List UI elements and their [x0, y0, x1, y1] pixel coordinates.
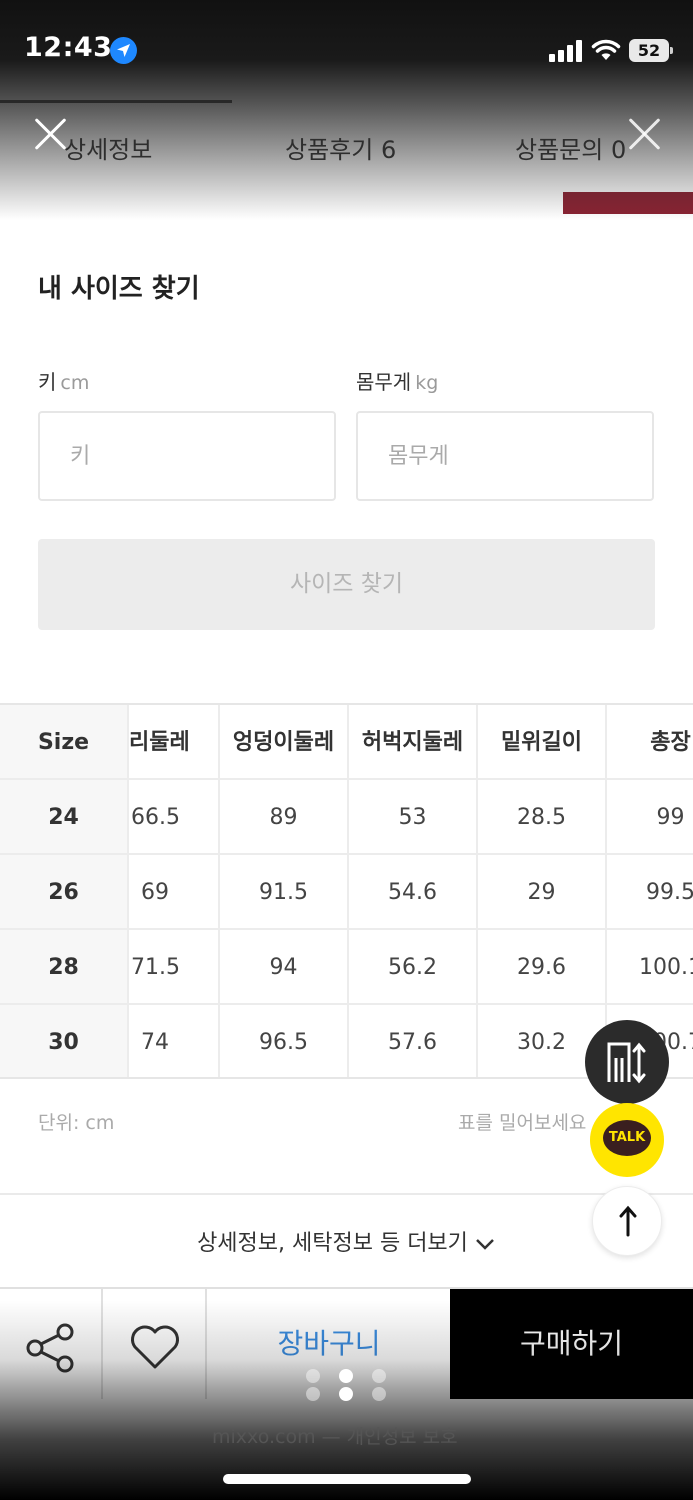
table-row-size: 30: [0, 1005, 129, 1077]
table-cell: 53: [349, 780, 478, 855]
share-icon: [26, 1323, 74, 1373]
table-cell: 94: [220, 930, 349, 1005]
page-dot: [372, 1369, 386, 1383]
active-tab-indicator: [0, 100, 232, 103]
page-indicator: [306, 1369, 388, 1403]
table-header-cell: 엉덩이둘레: [220, 705, 349, 780]
height-label-text: 키: [38, 370, 57, 394]
tab-reviews[interactable]: 상품후기 6: [285, 130, 396, 165]
table-cell: 57.6: [349, 1005, 478, 1077]
divider: [0, 1193, 693, 1195]
size-guide-icon: [607, 1042, 646, 1084]
arrow-up-icon: [619, 1205, 637, 1237]
height-unit: cm: [60, 372, 90, 394]
heart-icon: [131, 1325, 179, 1369]
tab-details[interactable]: 상세정보: [64, 130, 152, 165]
table-header-cell: 허벅지둘레: [349, 705, 478, 780]
table-header-cell: 밑위길이: [478, 705, 607, 780]
close-icon[interactable]: [30, 113, 70, 153]
page-dot: [372, 1387, 386, 1401]
table-row-size: 24: [0, 780, 129, 855]
more-details-link[interactable]: 상세정보, 세탁정보 등 더보기: [0, 1225, 693, 1257]
tab-inquiries[interactable]: 상품문의 0: [515, 130, 626, 165]
table-cell: 28.5: [478, 780, 607, 855]
table-cell: 29.6: [478, 930, 607, 1005]
battery-icon: 52: [629, 39, 673, 62]
wifi-icon: [591, 38, 621, 66]
kakao-talk-icon: TALK: [603, 1120, 651, 1156]
page-dot: [306, 1369, 320, 1383]
table-cell: 91.5: [220, 855, 349, 930]
table-cell: 99.5: [607, 855, 693, 930]
find-size-button[interactable]: 사이즈 찾기: [38, 539, 655, 630]
weight-field[interactable]: [356, 411, 654, 501]
home-indicator[interactable]: [223, 1474, 471, 1484]
height-label: 키 cm: [38, 366, 89, 395]
close-icon[interactable]: [624, 113, 664, 153]
unit-note: 단위: cm: [38, 1112, 115, 1134]
more-details-label: 상세정보, 세탁정보 등 더보기: [197, 1231, 468, 1256]
like-button[interactable]: [104, 1289, 207, 1399]
table-cell: 99: [607, 780, 693, 855]
table-header-cell: 총장: [607, 705, 693, 780]
scroll-top-button[interactable]: [592, 1186, 662, 1256]
table-row-size: 26: [0, 855, 129, 930]
size-guide-button[interactable]: [585, 1020, 669, 1104]
weight-input[interactable]: [358, 413, 652, 499]
table-cell: 66.5: [129, 780, 220, 855]
signal-icon: [549, 40, 583, 62]
weight-unit: kg: [415, 372, 439, 394]
table-cell: 56.2: [349, 930, 478, 1005]
location-arrow-icon: [110, 37, 137, 64]
weight-label: 몸무게 kg: [356, 366, 438, 395]
table-cell: 69: [129, 855, 220, 930]
table-cell: 74: [129, 1005, 220, 1077]
share-button[interactable]: [0, 1289, 103, 1399]
promo-badge: [563, 192, 693, 214]
buy-now-button[interactable]: 구매하기: [450, 1289, 693, 1399]
table-cell: 89: [220, 780, 349, 855]
weight-label-text: 몸무게: [356, 370, 412, 394]
status-time: 12:43: [24, 32, 113, 63]
table-cell: 71.5: [129, 930, 220, 1005]
chevron-down-icon: [474, 1232, 496, 1257]
scroll-hint: 표를 밀어보세요: [458, 1112, 587, 1134]
footer-text: mixxo.com — 개인정보 보호: [212, 1426, 458, 1448]
table-header-cell: Size: [0, 705, 129, 780]
page-dot-active: [339, 1369, 353, 1383]
page-dot: [339, 1387, 353, 1401]
height-input[interactable]: [40, 413, 334, 499]
table-row-size: 28: [0, 930, 129, 1005]
kakao-talk-button[interactable]: TALK: [590, 1103, 664, 1177]
table-header-cell: 리둘레: [129, 705, 220, 780]
table-cell: 54.6: [349, 855, 478, 930]
table-cell: 100.1: [607, 930, 693, 1005]
table-cell: 29: [478, 855, 607, 930]
status-bar: 12:43 52: [0, 0, 693, 100]
size-finder-title: 내 사이즈 찾기: [38, 274, 200, 304]
height-field[interactable]: [38, 411, 336, 501]
table-cell: 96.5: [220, 1005, 349, 1077]
page-dot: [306, 1387, 320, 1401]
